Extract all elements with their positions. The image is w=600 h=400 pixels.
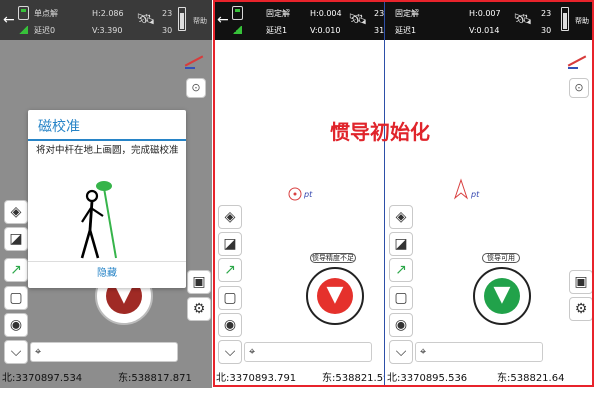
search-bar[interactable]: ⌖ (244, 342, 372, 362)
fix-status: 固定解 (395, 9, 419, 18)
signal-icon (232, 26, 242, 34)
dialog-title: 磁校准 (38, 119, 80, 135)
sats-count-bottom: 30 (162, 26, 173, 35)
satellite-icon: 🛰 (513, 10, 533, 28)
satellite-icon: 🛰 (348, 10, 368, 28)
settings-gear-icon[interactable]: ⚙ (187, 297, 211, 321)
battery-icon (561, 7, 569, 31)
fix-status: 单点解 (34, 9, 58, 18)
status-bar: ← 单点解 延迟0 H:2.086 V:3.390 🛰 23 30 帮助 (0, 0, 212, 40)
h-accuracy: H:0.004 (310, 9, 342, 18)
zoom-extent-icon[interactable]: ▢ (4, 286, 28, 310)
back-arrow-icon[interactable]: ← (217, 12, 229, 28)
dialog-divider (28, 261, 186, 262)
inertial-status-pill: 惯导可用 (482, 253, 520, 263)
settings-gear-icon[interactable]: ⚙ (569, 297, 593, 321)
compass-icon (567, 50, 589, 70)
target-icon: ⌖ (420, 345, 427, 358)
help-button[interactable]: 帮助 (193, 16, 207, 26)
layers-icon[interactable]: ▣ (187, 270, 211, 294)
inertial-status-pill: 惯导精度不足 (310, 253, 356, 263)
receiver-icon (18, 6, 29, 20)
pin-icon: ▼ (317, 278, 353, 314)
easting-text: 东:538821.595 (322, 373, 385, 384)
collect-button[interactable]: ▼ (306, 267, 364, 325)
magnetic-calibration-dialog: 磁校准 将对中杆在地上画圆，完成磁校准 隐藏 (28, 110, 186, 288)
app-screen-1: ← 单点解 延迟0 H:2.086 V:3.390 🛰 23 30 帮助 ⊙ ◈… (0, 0, 212, 388)
collect-button[interactable]: ▼ (473, 267, 531, 325)
northing-text: 北:3370895.536 (387, 373, 468, 384)
point-collect-icon[interactable]: ◈ (218, 205, 242, 229)
map-point-label: pt (304, 190, 313, 199)
pole-icon[interactable]: ↗ (389, 258, 413, 282)
expand-menu-icon[interactable]: ⌵ (218, 340, 242, 364)
pole-icon[interactable]: ↗ (4, 258, 28, 282)
compass-icon (184, 50, 206, 70)
northing-text: 北:3370893.791 (216, 373, 297, 384)
fix-status: 固定解 (266, 9, 290, 18)
latency-text: 延迟1 (395, 26, 417, 35)
point-collect-icon[interactable]: ◈ (4, 200, 28, 224)
h-accuracy: H:2.086 (92, 9, 124, 18)
layers-icon[interactable]: ▣ (569, 270, 593, 294)
calibration-illustration (80, 181, 117, 259)
target-marker-icon (288, 187, 302, 201)
hide-button[interactable]: 隐藏 (28, 264, 186, 284)
stakeout-icon[interactable]: ◪ (389, 232, 413, 256)
back-arrow-icon[interactable]: ← (3, 12, 15, 28)
satellite-icon: 🛰 (136, 10, 156, 28)
zoom-extent-icon[interactable]: ▢ (389, 286, 413, 310)
app-screen-2: ← 固定解 延迟1 H:0.004 V:0.010 🛰 23 31 pt ◈ ◪… (214, 0, 385, 388)
expand-menu-icon[interactable]: ⌵ (389, 340, 413, 364)
sats-count-bottom: 31 (374, 26, 385, 35)
locate-icon[interactable]: ◉ (389, 313, 413, 337)
app-screen-3: 固定解 延迟1 H:0.007 V:0.014 🛰 23 30 帮助 ⊙ pt … (385, 0, 593, 388)
expand-menu-icon[interactable]: ⌵ (4, 340, 28, 364)
locate-icon[interactable]: ◉ (218, 313, 242, 337)
stakeout-icon[interactable]: ◪ (4, 227, 28, 251)
status-bar: ← 固定解 延迟1 H:0.004 V:0.010 🛰 23 31 (214, 0, 385, 40)
northing-text: 北:3370897.534 (2, 373, 83, 384)
map-point-label: pt (471, 190, 480, 199)
sats-count-top: 23 (162, 9, 173, 18)
latency-text: 延迟0 (34, 26, 56, 35)
sats-count-bottom: 30 (541, 26, 552, 35)
point-collect-icon[interactable]: ◈ (389, 205, 413, 229)
latency-text: 延迟1 (266, 26, 288, 35)
search-bar[interactable]: ⌖ (415, 342, 543, 362)
direction-arrow-icon (453, 178, 469, 200)
easting-text: 东:538821.64 (497, 373, 565, 384)
inertial-init-banner: 惯导初始化 (330, 120, 430, 144)
stakeout-icon[interactable]: ◪ (218, 232, 242, 256)
pole-icon[interactable]: ↗ (218, 258, 242, 282)
dialog-title-rule (28, 139, 186, 141)
h-accuracy: H:0.007 (469, 9, 501, 18)
v-accuracy: V:0.014 (469, 26, 500, 35)
dialog-message: 将对中杆在地上画圆，完成磁校准 (36, 145, 179, 156)
locate-icon[interactable]: ◉ (4, 313, 28, 337)
receiver-icon (232, 6, 243, 20)
location-pin-icon[interactable]: ⊙ (569, 78, 589, 98)
location-pin-icon[interactable]: ⊙ (186, 78, 206, 98)
sats-count-top: 23 (541, 9, 552, 18)
v-accuracy: V:3.390 (92, 26, 123, 35)
status-bar: 固定解 延迟1 H:0.007 V:0.014 🛰 23 30 帮助 (385, 0, 593, 40)
help-button[interactable]: 帮助 (575, 16, 589, 26)
sats-count-top: 23 (374, 9, 385, 18)
target-icon: ⌖ (35, 345, 42, 358)
target-icon: ⌖ (249, 345, 256, 358)
v-accuracy: V:0.010 (310, 26, 341, 35)
search-bar[interactable]: ⌖ (30, 342, 178, 362)
screen-divider (384, 0, 385, 386)
zoom-extent-icon[interactable]: ▢ (218, 286, 242, 310)
easting-text: 东:538817.871 (118, 373, 192, 384)
pin-icon: ▼ (484, 278, 520, 314)
signal-icon (18, 26, 28, 34)
battery-icon (178, 7, 186, 31)
